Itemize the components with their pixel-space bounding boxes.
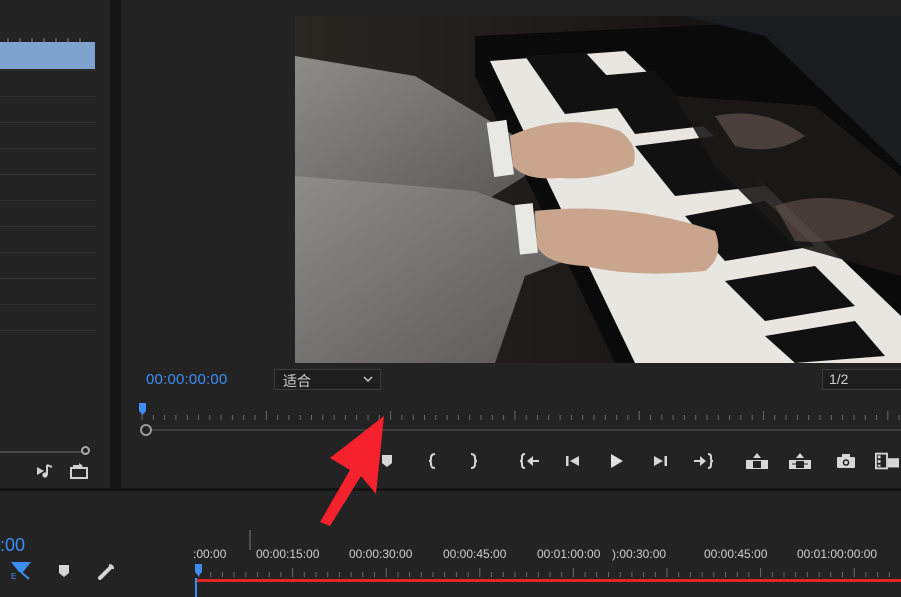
annotation-arrow-icon xyxy=(320,416,384,526)
resolution-dropdown[interactable]: 1/2 xyxy=(822,369,901,390)
ruler-label: 00:00:45:00 xyxy=(443,547,507,561)
play-icon[interactable] xyxy=(604,450,628,472)
timeline-playhead[interactable] xyxy=(195,564,202,576)
wrench-icon[interactable] xyxy=(96,562,116,582)
fit-dropdown[interactable]: 适合 xyxy=(274,369,381,390)
project-zoom-handle[interactable] xyxy=(81,446,90,455)
ruler-label: 00:00:45:00 xyxy=(704,547,768,561)
mark-out-icon[interactable] xyxy=(461,450,485,472)
mark-in-icon[interactable] xyxy=(421,450,445,472)
video-frame xyxy=(295,16,901,363)
go-to-in-icon[interactable] xyxy=(518,450,542,472)
timeline-timecode[interactable]: :00 xyxy=(0,535,25,556)
extract-icon[interactable] xyxy=(788,450,812,472)
monitor-zoom-handle[interactable] xyxy=(140,424,152,436)
ruler-label: :00:00 xyxy=(193,547,227,561)
step-forward-icon[interactable] xyxy=(648,450,672,472)
step-back-icon[interactable] xyxy=(561,450,585,472)
chevron-down-icon xyxy=(363,376,373,382)
resolution-dropdown-value: 1/2 xyxy=(829,371,849,387)
panel-divider[interactable] xyxy=(110,0,121,488)
new-bin-icon[interactable] xyxy=(69,462,91,480)
fit-dropdown-value: 适合 xyxy=(283,373,311,389)
monitor-playhead[interactable] xyxy=(139,403,146,415)
project-scrollbar[interactable] xyxy=(0,451,86,453)
ruler-label: 00:01:00:00:00 xyxy=(797,547,878,561)
go-to-out-icon[interactable] xyxy=(691,450,715,472)
ruler-label: ):00:30:00 xyxy=(612,547,667,561)
ruler-label: 00:00:30:00 xyxy=(349,547,413,561)
compare-view-icon[interactable] xyxy=(875,450,899,472)
work-area-bar[interactable] xyxy=(195,579,901,582)
automate-to-sequence-icon[interactable] xyxy=(36,462,56,480)
ruler-label: 00:01:00:00 xyxy=(537,547,601,561)
monitor-zoom-scrollbar[interactable] xyxy=(140,429,901,431)
ruler-label: 00:00:15:00 xyxy=(256,547,320,561)
add-marker-icon[interactable] xyxy=(56,563,72,579)
snap-icon[interactable]: E xyxy=(9,560,33,581)
lift-icon[interactable] xyxy=(745,450,769,472)
selected-clip-bar[interactable] xyxy=(0,42,95,69)
monitor-time-ruler[interactable] xyxy=(138,403,901,423)
project-panel xyxy=(0,0,110,488)
program-timecode[interactable]: 00:00:00:00 xyxy=(146,371,227,388)
timeline-playhead-line xyxy=(195,578,197,597)
svg-text:E: E xyxy=(11,572,16,580)
export-frame-icon[interactable] xyxy=(834,450,858,472)
